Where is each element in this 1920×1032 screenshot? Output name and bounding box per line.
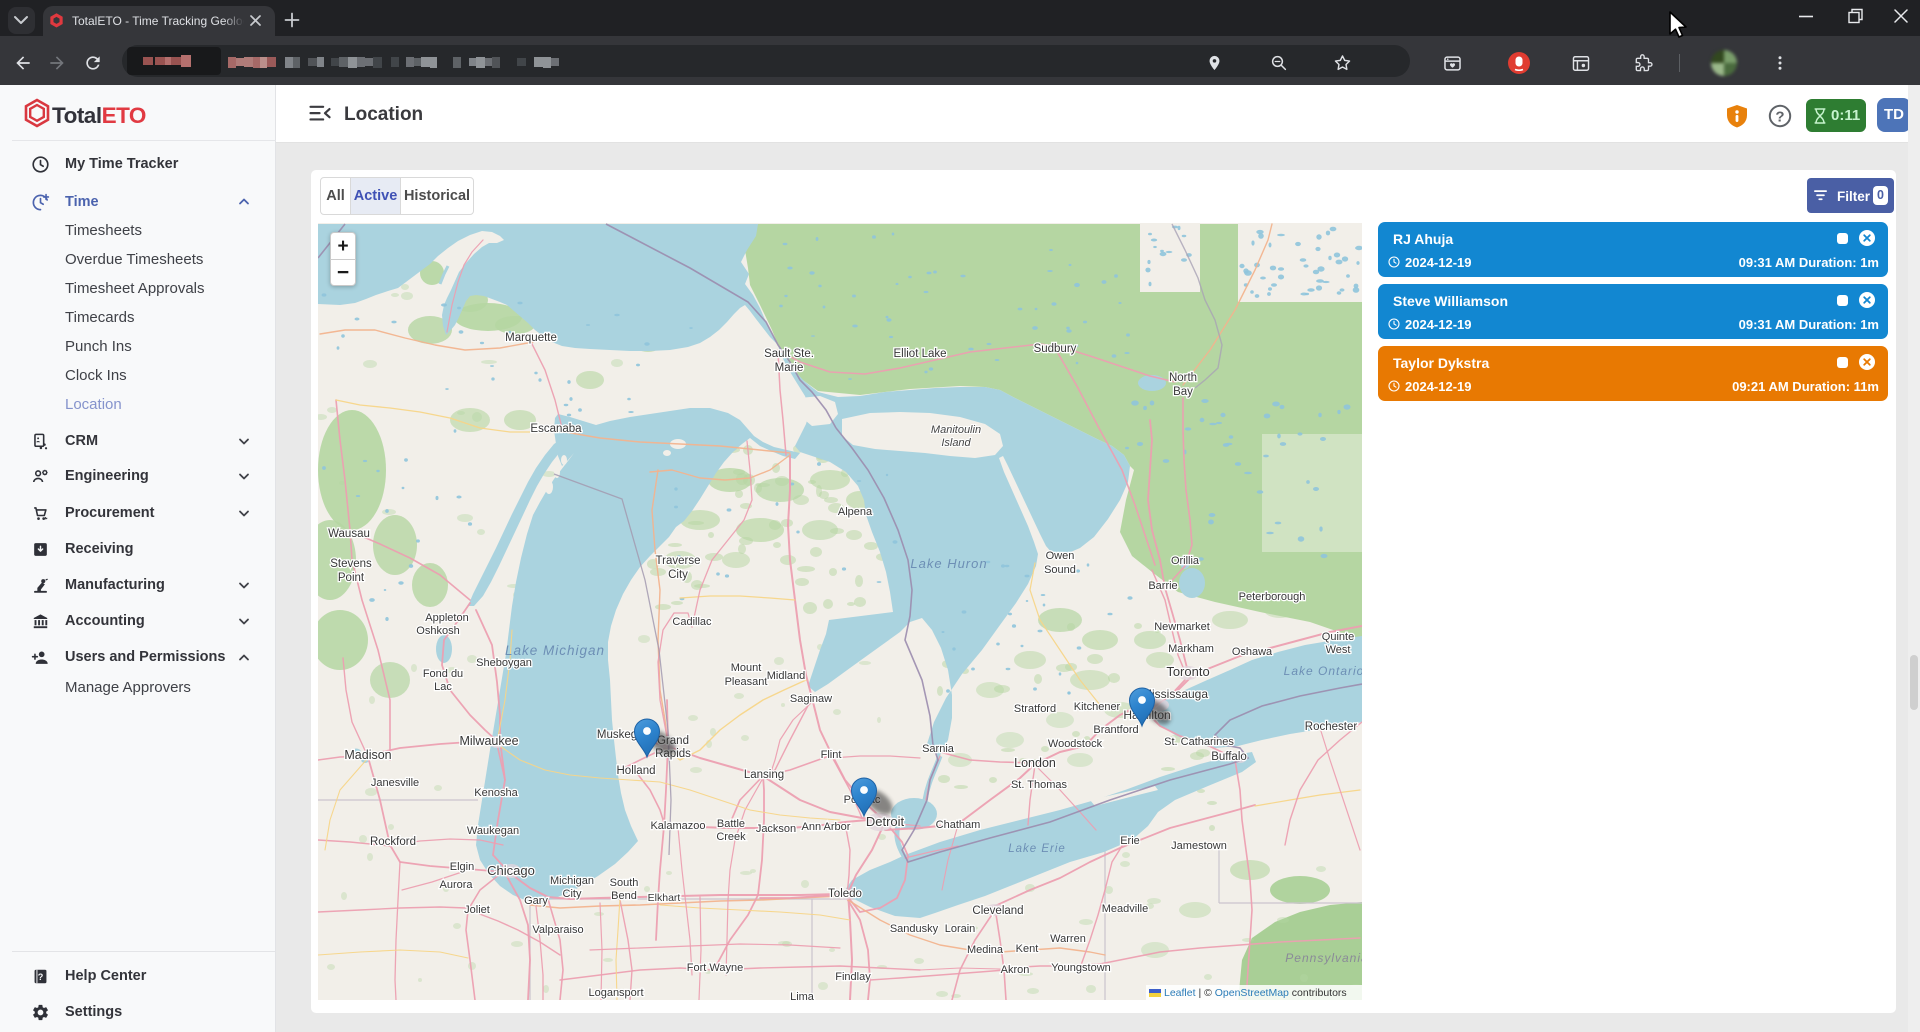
svg-text:Sound: Sound — [1044, 564, 1076, 576]
svg-text:Sheboygan: Sheboygan — [476, 657, 532, 669]
svg-text:Orillia: Orillia — [1171, 555, 1200, 567]
svg-text:TotalETO: TotalETO — [52, 103, 146, 128]
svg-text:Midland: Midland — [767, 670, 806, 682]
svg-text:Logansport: Logansport — [588, 987, 643, 999]
svg-text:Alpena: Alpena — [838, 506, 873, 518]
svg-text:London: London — [1014, 756, 1056, 770]
svg-text:Point: Point — [338, 572, 365, 584]
svg-text:Fort Wayne: Fort Wayne — [687, 962, 743, 974]
svg-text:Mount: Mount — [731, 662, 762, 674]
svg-text:St. Catharines: St. Catharines — [1164, 736, 1234, 748]
svg-text:Brantford: Brantford — [1093, 724, 1138, 736]
svg-text:Jamestown: Jamestown — [1171, 840, 1227, 852]
svg-text:Flint: Flint — [821, 749, 842, 761]
svg-text:Manitoulin: Manitoulin — [931, 424, 981, 436]
svg-text:Marquette: Marquette — [505, 332, 557, 344]
svg-text:Madison: Madison — [344, 748, 391, 762]
svg-text:Battle: Battle — [717, 818, 745, 830]
svg-text:Stratford: Stratford — [1014, 703, 1056, 715]
svg-text:Bay: Bay — [1173, 386, 1193, 398]
svg-text:Pennsylvania: Pennsylvania — [1285, 951, 1362, 965]
svg-text:Sarnia: Sarnia — [922, 743, 955, 755]
svg-text:St. Thomas: St. Thomas — [1011, 779, 1068, 791]
svg-text:Quinte: Quinte — [1322, 631, 1354, 643]
svg-text:Aurora: Aurora — [439, 879, 473, 891]
svg-text:Elliot Lake: Elliot Lake — [893, 348, 946, 360]
svg-text:Oshawa: Oshawa — [1232, 646, 1273, 658]
svg-text:Elgin: Elgin — [450, 861, 474, 873]
svg-text:Kitchener: Kitchener — [1074, 701, 1121, 713]
svg-text:Lake Erie: Lake Erie — [1008, 843, 1066, 855]
svg-text:Fond du: Fond du — [423, 668, 463, 680]
svg-text:Sault Ste.: Sault Ste. — [764, 348, 814, 360]
svg-text:Saginaw: Saginaw — [790, 693, 832, 705]
svg-text:Cleveland: Cleveland — [972, 905, 1023, 917]
svg-text:Chatham: Chatham — [936, 819, 981, 831]
svg-text:?: ? — [38, 972, 44, 982]
svg-text:Akron: Akron — [1001, 964, 1030, 976]
svg-text:Youngstown: Youngstown — [1051, 962, 1111, 974]
svg-text:North: North — [1169, 372, 1197, 384]
svg-text:Newmarket: Newmarket — [1154, 621, 1210, 633]
svg-text:Waukegan: Waukegan — [467, 825, 519, 837]
svg-text:Pleasant: Pleasant — [725, 676, 768, 688]
svg-text:Medina: Medina — [967, 944, 1004, 956]
svg-text:Markham: Markham — [1168, 643, 1214, 655]
svg-text:Jackson: Jackson — [756, 823, 796, 835]
svg-text:Buffalo: Buffalo — [1211, 751, 1247, 763]
svg-text:Rochester: Rochester — [1305, 721, 1358, 733]
svg-text:Toronto: Toronto — [1166, 664, 1209, 679]
svg-text:Sandusky: Sandusky — [890, 923, 939, 935]
svg-text:Barrie: Barrie — [1148, 580, 1177, 592]
svg-text:Ann Arbor: Ann Arbor — [802, 821, 851, 833]
svg-text:Stevens: Stevens — [330, 558, 372, 570]
svg-text:Detroit: Detroit — [866, 814, 905, 829]
svg-text:Lorain: Lorain — [945, 923, 976, 935]
svg-text:Janesville: Janesville — [371, 777, 419, 789]
svg-text:Creek: Creek — [716, 831, 746, 843]
svg-text:Meadville: Meadville — [1102, 903, 1148, 915]
svg-text:Kent: Kent — [1016, 943, 1039, 955]
svg-text:Rockford: Rockford — [370, 836, 416, 848]
svg-text:Lake Huron: Lake Huron — [910, 556, 987, 571]
svg-text:Milwaukee: Milwaukee — [459, 734, 518, 748]
svg-text:Lima: Lima — [790, 991, 815, 1000]
svg-text:Findlay: Findlay — [835, 971, 871, 983]
svg-text:Valparaiso: Valparaiso — [532, 924, 583, 936]
svg-text:South: South — [610, 877, 639, 889]
svg-text:Chicago: Chicago — [487, 863, 535, 878]
svg-text:Owen: Owen — [1046, 550, 1075, 562]
svg-text:Lake Michigan: Lake Michigan — [505, 643, 605, 658]
svg-text:Appleton: Appleton — [425, 612, 468, 624]
svg-text:Michigan: Michigan — [550, 875, 594, 887]
svg-text:Bend: Bend — [611, 890, 637, 902]
svg-text:Cadillac: Cadillac — [672, 616, 712, 628]
svg-text:Elkhart: Elkhart — [648, 892, 681, 904]
svg-text:Marie: Marie — [775, 362, 804, 374]
svg-text:Muskeg: Muskeg — [597, 729, 637, 741]
svg-text:Warren: Warren — [1050, 933, 1086, 945]
svg-text:Kalamazoo: Kalamazoo — [650, 820, 705, 832]
svg-text:Holland: Holland — [617, 765, 656, 777]
svg-text:Wausau: Wausau — [328, 528, 370, 540]
svg-text:City: City — [668, 569, 688, 581]
svg-text:Escanaba: Escanaba — [530, 423, 582, 435]
svg-text:Sudbury: Sudbury — [1034, 343, 1077, 355]
svg-text:Kenosha: Kenosha — [474, 787, 518, 799]
svg-text:Traverse: Traverse — [656, 555, 701, 567]
svg-text:Lake Ontario: Lake Ontario — [1284, 664, 1362, 678]
svg-text:?: ? — [1775, 109, 1784, 126]
svg-text:Peterborough: Peterborough — [1239, 591, 1306, 603]
svg-text:Erie: Erie — [1120, 835, 1140, 847]
svg-text:Island: Island — [941, 437, 971, 449]
svg-text:Toledo: Toledo — [828, 888, 862, 900]
svg-text:Lac: Lac — [434, 681, 452, 693]
svg-text:Joliet: Joliet — [464, 904, 490, 916]
svg-text:Oshkosh: Oshkosh — [416, 625, 459, 637]
svg-text:Gary: Gary — [524, 895, 548, 907]
svg-text:Lansing: Lansing — [744, 769, 784, 781]
svg-text:Woodstock: Woodstock — [1048, 738, 1103, 750]
svg-text:West: West — [1326, 644, 1351, 656]
svg-text:City: City — [563, 888, 582, 900]
